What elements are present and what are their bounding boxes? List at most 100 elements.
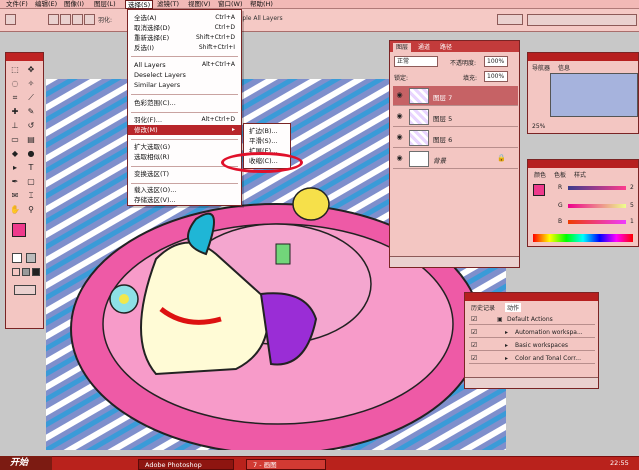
channel-r-slider[interactable]	[568, 186, 626, 190]
channel-g-value[interactable]: 5	[630, 202, 634, 209]
path-select-icon[interactable]: ▸	[10, 163, 20, 173]
navigator-preview[interactable]	[550, 73, 638, 117]
action-row[interactable]: ☑ ▸ Basic workspaces	[469, 339, 595, 351]
menu-filter[interactable]: 滤镜(T)	[155, 0, 181, 9]
add-selection-icon[interactable]	[60, 14, 71, 25]
tab-paths[interactable]: 路径	[437, 43, 455, 52]
eraser-icon[interactable]: ▭	[10, 135, 20, 145]
menu-item-save-selection[interactable]: 存储选区(V)...	[128, 195, 241, 205]
screen-mode-standard-icon[interactable]	[12, 268, 20, 276]
menu-item-feather[interactable]: 羽化(F)... Alt+Ctrl+D	[128, 115, 241, 125]
checkbox-icon[interactable]: ☑	[471, 341, 477, 349]
menu-window[interactable]: 窗口(W)	[216, 0, 245, 9]
menu-item-deselect-layers[interactable]: Deselect Layers	[128, 70, 241, 80]
checkbox-icon[interactable]: ☑	[471, 315, 477, 323]
slice-icon[interactable]: ⟋	[26, 93, 36, 103]
menu-item-modify[interactable]: 修改(M) ▸	[128, 125, 241, 135]
tab-layers[interactable]: 图层	[393, 43, 412, 52]
menu-edit[interactable]: 编辑(E)	[33, 0, 59, 9]
layer-row[interactable]: ◉ 图层 6	[393, 128, 518, 148]
blur-icon[interactable]: ◆	[10, 149, 20, 159]
notes-icon[interactable]: ✉	[10, 191, 20, 201]
actions-header[interactable]	[465, 293, 598, 301]
menu-item-load-selection[interactable]: 载入选区(O)...	[128, 185, 241, 195]
tab-styles[interactable]: 样式	[574, 170, 586, 179]
subtract-selection-icon[interactable]	[72, 14, 83, 25]
layer-row[interactable]: ◉ 图层 7	[393, 86, 518, 106]
menu-item-grow[interactable]: 扩大选取(G)	[128, 142, 241, 152]
opacity-input[interactable]: 100%	[484, 56, 508, 67]
tab-swatches[interactable]: 色板	[554, 170, 566, 179]
action-row[interactable]: ☑ ▸ Automation workspa...	[469, 326, 595, 338]
healing-brush-icon[interactable]: ✚	[10, 107, 20, 117]
type-icon[interactable]: T	[26, 163, 36, 173]
fill-input[interactable]: 100%	[484, 71, 508, 82]
menu-item-select-all[interactable]: 全选(A) Ctrl+A	[128, 13, 241, 23]
eyedropper-icon[interactable]: ⌶	[26, 191, 36, 201]
task-paint[interactable]: 7 - 画图	[246, 459, 326, 470]
brush-icon[interactable]: ✎	[26, 107, 36, 117]
history-brush-icon[interactable]: ↺	[26, 121, 36, 131]
submenu-item-border[interactable]: 扩边(B)...	[244, 126, 290, 136]
tab-info[interactable]: 信息	[558, 63, 570, 72]
menu-layer[interactable]: 图层(L)	[92, 0, 118, 9]
start-button[interactable]: 开始	[0, 456, 52, 470]
task-photoshop[interactable]: Adobe Photoshop	[138, 459, 234, 470]
toolbox-header[interactable]	[6, 53, 43, 61]
menu-item-deselect[interactable]: 取消选择(D) Ctrl+D	[128, 23, 241, 33]
checkbox-icon[interactable]: ☑	[471, 354, 477, 362]
eye-icon[interactable]: ◉	[395, 112, 404, 121]
eye-icon[interactable]: ◉	[395, 91, 404, 100]
menu-item-reselect[interactable]: 重新选择(E) Shift+Ctrl+D	[128, 33, 241, 43]
blend-mode-select[interactable]: 正常	[394, 56, 438, 67]
crop-icon[interactable]: ⌗	[10, 93, 20, 103]
lasso-icon[interactable]: ◌	[10, 79, 20, 89]
navigator-zoom[interactable]: 25%	[532, 123, 545, 130]
intersect-selection-icon[interactable]	[84, 14, 95, 25]
jump-to-imageready-icon[interactable]	[14, 285, 36, 295]
foreground-swatch[interactable]	[533, 184, 545, 196]
submenu-item-smooth[interactable]: 平滑(S)...	[244, 136, 290, 146]
chevron-right-icon[interactable]: ▸	[505, 342, 508, 349]
quick-mask-icon[interactable]	[26, 253, 36, 263]
clone-stamp-icon[interactable]: ⊥	[10, 121, 20, 131]
standard-mode-icon[interactable]	[12, 253, 22, 263]
channel-g-slider[interactable]	[568, 204, 626, 208]
menu-item-all-layers[interactable]: All Layers Alt+Ctrl+A	[128, 60, 241, 70]
dodge-icon[interactable]: ●	[26, 149, 36, 159]
palette-well[interactable]	[497, 14, 523, 25]
action-row[interactable]: ☑ ▸ Color and Tonal Corr...	[469, 352, 595, 364]
menu-view[interactable]: 视图(V)	[186, 0, 213, 9]
gradient-icon[interactable]: ▤	[26, 135, 36, 145]
menu-item-similar-layers[interactable]: Similar Layers	[128, 80, 241, 90]
hand-icon[interactable]: ✋	[10, 205, 20, 215]
tab-history[interactable]: 历史记录	[471, 303, 495, 312]
menu-image[interactable]: 图像(I)	[62, 0, 86, 9]
eye-icon[interactable]: ◉	[395, 133, 404, 142]
navigator-header[interactable]	[528, 53, 638, 61]
eye-icon[interactable]: ◉	[395, 154, 404, 163]
menu-item-transform-selection[interactable]: 变换选区(T)	[128, 169, 241, 179]
screen-mode-full-menu-icon[interactable]	[22, 268, 30, 276]
tab-actions[interactable]: 动作	[505, 303, 522, 312]
layer-row[interactable]: ◉ 图层 5	[393, 107, 518, 127]
channel-b-value[interactable]: 1	[630, 218, 634, 225]
tab-channels[interactable]: 通道	[415, 43, 433, 52]
color-ramp[interactable]	[533, 234, 633, 242]
menu-item-color-range[interactable]: 色彩范围(C)...	[128, 98, 241, 108]
action-row[interactable]: ☑ ▣ Default Actions	[469, 313, 595, 325]
shape-icon[interactable]: ▢	[26, 177, 36, 187]
color-header[interactable]	[528, 160, 638, 168]
marquee-icon[interactable]: ⬚	[10, 65, 20, 75]
chevron-right-icon[interactable]: ▸	[505, 355, 508, 362]
menu-help[interactable]: 帮助(H)	[248, 0, 275, 9]
channel-b-slider[interactable]	[568, 220, 626, 224]
layer-row[interactable]: ◉ 背景 🔒	[393, 149, 518, 169]
foreground-color-swatch[interactable]	[12, 223, 26, 237]
move-icon[interactable]: ✥	[26, 65, 36, 75]
magic-wand-icon[interactable]: ✧	[26, 79, 36, 89]
menu-item-inverse[interactable]: 反选(I) Shift+Ctrl+I	[128, 43, 241, 53]
pen-icon[interactable]: ✒	[10, 177, 20, 187]
menu-select[interactable]: 选择(S)	[125, 0, 154, 9]
screen-mode-full-icon[interactable]	[32, 268, 40, 276]
